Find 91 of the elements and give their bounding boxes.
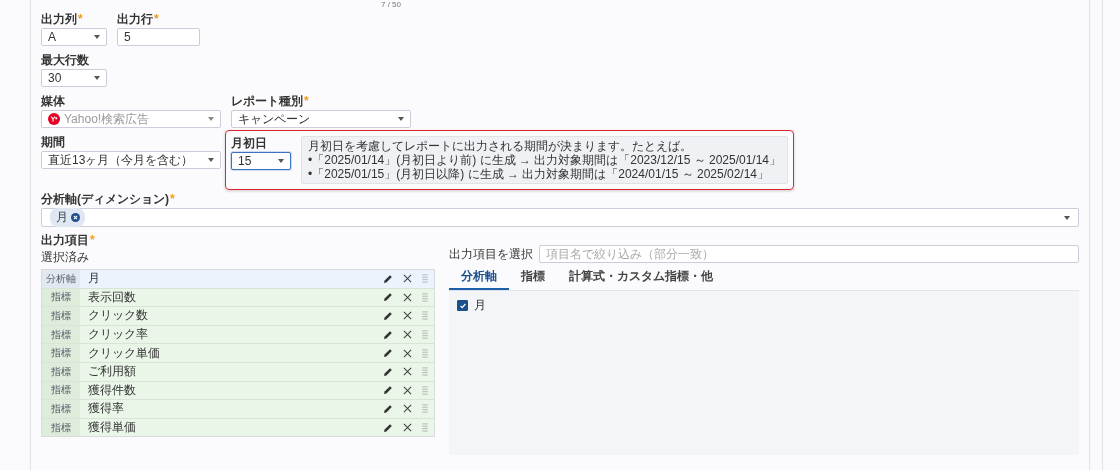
- help-text: •「2025/01/15」(月初日以降) に生成 → 出力対象期間は「2024/01/15 ～ 2025/02/14」: [308, 167, 771, 181]
- field-label: 出力項目: [41, 231, 89, 249]
- type-cell: 指標: [42, 325, 80, 344]
- required-mark: *: [154, 12, 159, 26]
- caret-icon: [94, 35, 100, 39]
- close-icon[interactable]: [403, 385, 412, 395]
- tab[interactable]: 計算式・カスタム指標・他: [557, 266, 725, 290]
- select-field[interactable]: 15: [231, 152, 291, 170]
- name-cell-text: クリック率: [88, 326, 149, 344]
- close-icon[interactable]: [403, 348, 412, 358]
- required-mark: *: [78, 12, 83, 26]
- close-icon[interactable]: [403, 292, 412, 302]
- type-cell: 指標: [42, 381, 80, 400]
- close-icon[interactable]: [403, 311, 412, 321]
- type-cell: 指標: [42, 362, 80, 381]
- close-icon[interactable]: [403, 330, 412, 340]
- drag-handle-icon[interactable]: [422, 404, 428, 414]
- caret-icon: [94, 76, 100, 80]
- field-label: 最大行数: [41, 51, 89, 69]
- field-label: 期間: [41, 133, 65, 151]
- help-text: 月初日を考慮してレポートに出力される期間が決まります。たとえば。: [308, 139, 693, 153]
- chip[interactable]: 月: [50, 208, 85, 227]
- caret-icon: [398, 117, 404, 121]
- pencil-icon[interactable]: [383, 311, 393, 321]
- drag-handle-icon[interactable]: [422, 274, 428, 284]
- name-cell-text: クリック数: [88, 307, 149, 325]
- drag-handle-icon[interactable]: [422, 292, 428, 302]
- drag-handle-icon[interactable]: [422, 330, 428, 340]
- option-label: 月: [474, 297, 486, 314]
- multi-select-field[interactable]: 月: [41, 208, 1079, 227]
- field-label: 分析軸(ディメンション): [41, 190, 169, 208]
- tab[interactable]: 指標: [509, 266, 557, 290]
- close-icon[interactable]: [403, 404, 412, 414]
- item-row[interactable]: 指標 獲得率: [42, 400, 434, 419]
- character-counter: 7 / 50: [381, 0, 401, 11]
- pencil-icon[interactable]: [383, 273, 393, 284]
- type-cell: 分析軸: [42, 270, 80, 288]
- required-mark: *: [170, 192, 175, 206]
- type-cell: 指標: [42, 344, 80, 362]
- name-cell-text: クリック単価: [88, 344, 161, 362]
- field-label: 出力列: [41, 10, 77, 28]
- select-field[interactable]: A: [41, 28, 107, 46]
- caret-icon: [278, 159, 284, 163]
- item-row[interactable]: 分析軸 月: [42, 270, 434, 289]
- name-cell-text: 獲得単価: [88, 419, 137, 437]
- name-cell-text: 表示回数: [88, 288, 137, 306]
- field-label: 出力行: [117, 10, 153, 28]
- field-label: 媒体: [41, 92, 65, 110]
- search-field[interactable]: 項目名で絞り込み（部分一致）: [539, 245, 1079, 263]
- item-row[interactable]: 指標 クリック数: [42, 307, 434, 326]
- drag-handle-icon[interactable]: [422, 423, 428, 433]
- drag-handle-icon[interactable]: [422, 348, 428, 358]
- help-text: •「2025/01/14」(月初日より前) に生成 → 出力対象期間は「2023/12/15 ～ 2025/01/14」: [308, 153, 782, 167]
- remove-icon[interactable]: [71, 213, 80, 222]
- close-icon[interactable]: [403, 274, 412, 284]
- drag-handle-icon[interactable]: [422, 367, 428, 377]
- name-cell-text: ご利用額: [88, 363, 137, 381]
- select-field[interactable]: 直近13ヶ月（今月を含む）: [41, 151, 221, 169]
- pencil-icon[interactable]: [383, 385, 393, 396]
- type-cell: 指標: [42, 307, 80, 325]
- input-field[interactable]: 5: [117, 28, 200, 46]
- pencil-icon[interactable]: [383, 329, 393, 340]
- type-cell: 指標: [42, 400, 80, 418]
- logo-icon: [48, 113, 60, 125]
- type-cell: 指標: [42, 288, 80, 307]
- close-icon[interactable]: [403, 367, 412, 377]
- required-mark: *: [304, 94, 309, 108]
- field-label: 月初日: [231, 134, 267, 152]
- name-cell-text: 獲得率: [88, 400, 125, 418]
- select-field[interactable]: 30: [41, 69, 107, 87]
- required-mark: *: [90, 233, 95, 247]
- name-cell-text: 獲得件数: [88, 381, 137, 399]
- pencil-icon[interactable]: [383, 292, 393, 303]
- caret-icon: [208, 158, 214, 162]
- caret-icon: [208, 117, 214, 121]
- pencil-icon[interactable]: [383, 366, 393, 377]
- select-field[interactable]: キャンペーン: [231, 110, 411, 128]
- drag-handle-icon[interactable]: [422, 385, 428, 395]
- caret-icon: [1064, 215, 1070, 220]
- item-row[interactable]: 指標 クリック単価: [42, 344, 434, 363]
- close-icon[interactable]: [403, 423, 412, 433]
- pencil-icon[interactable]: [383, 422, 393, 433]
- pencil-icon[interactable]: [383, 348, 393, 359]
- field-label: レポート種別: [231, 92, 303, 110]
- drag-handle-icon[interactable]: [422, 311, 428, 321]
- type-cell: 指標: [42, 418, 80, 437]
- name-cell-text: 月: [88, 270, 101, 288]
- field-label: 出力項目を選択: [449, 245, 533, 263]
- checkbox[interactable]: [457, 300, 468, 311]
- pencil-icon[interactable]: [383, 403, 393, 414]
- section-caption: 選択済み: [41, 249, 90, 266]
